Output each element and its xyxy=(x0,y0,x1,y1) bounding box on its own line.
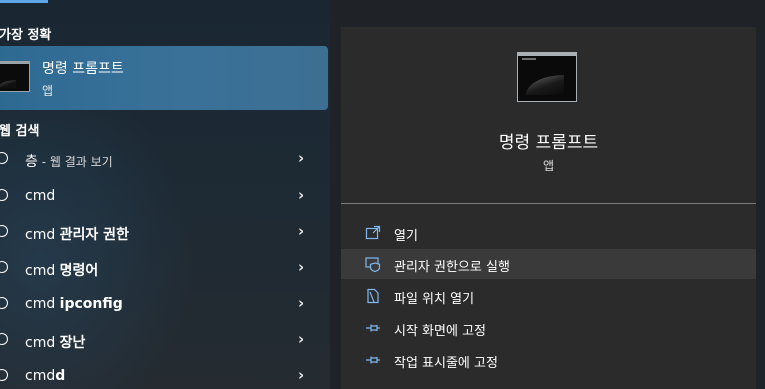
chevron-right-icon[interactable]: › xyxy=(298,330,304,348)
web-result-strong: ipconfig xyxy=(59,296,123,312)
action-label: 작업 표시줄에 고정 xyxy=(394,356,498,371)
action-label: 관리자 권한으로 실행 xyxy=(394,260,510,275)
web-result-row[interactable]: cmdd › xyxy=(0,360,328,389)
action-run-as-admin[interactable]: 관리자 권한으로 실행 xyxy=(341,249,756,279)
divider xyxy=(341,203,756,204)
action-pin-to-taskbar[interactable]: 작업 표시줄에 고정 xyxy=(341,345,756,375)
command-prompt-icon xyxy=(0,61,30,92)
shield-icon xyxy=(365,257,381,272)
app-detail-panel: 명령 프롬프트 앱 열기 관리자 권한으로 실행 파일 위치 열기 시작 화면에… xyxy=(341,27,756,389)
web-result-text: cmd xyxy=(25,263,60,279)
search-icon xyxy=(0,297,8,309)
open-icon xyxy=(365,225,381,240)
action-open[interactable]: 열기 xyxy=(341,218,756,248)
command-prompt-icon xyxy=(517,52,577,102)
web-result-text: cmd xyxy=(25,296,60,312)
pin-icon xyxy=(366,356,380,364)
web-result-text: cmd xyxy=(25,368,56,384)
chevron-right-icon[interactable]: › xyxy=(298,149,304,167)
action-label: 시작 화면에 고정 xyxy=(394,324,486,339)
best-match-heading: 가장 정확 xyxy=(0,28,52,43)
chevron-right-icon[interactable]: › xyxy=(298,366,304,384)
web-result-strong: 명령어 xyxy=(59,263,99,279)
active-tab-indicator xyxy=(0,0,48,3)
action-pin-to-start[interactable]: 시작 화면에 고정 xyxy=(341,313,756,343)
web-result-suffix: - 웹 결과 보기 xyxy=(37,155,113,169)
web-result-text: cmd xyxy=(25,335,60,351)
search-icon xyxy=(0,225,8,237)
search-results-panel: 가장 정확 명령 프롬프트 앱 웹 검색 층 - 웹 결과 보기 › cmd ›… xyxy=(0,0,330,389)
search-icon xyxy=(0,189,8,201)
chevron-right-icon[interactable]: › xyxy=(298,294,304,312)
app-type: 앱 xyxy=(542,159,555,173)
search-icon xyxy=(0,152,8,164)
search-icon xyxy=(0,369,8,381)
app-name: 명령 프롬프트 xyxy=(498,133,599,153)
best-match-type: 앱 xyxy=(42,84,54,98)
chevron-right-icon[interactable]: › xyxy=(298,222,304,240)
web-result-strong: d xyxy=(55,368,66,384)
search-icon xyxy=(0,333,8,345)
action-label: 열기 xyxy=(394,229,418,244)
best-match-item[interactable]: 명령 프롬프트 앱 xyxy=(0,46,328,110)
web-result-strong: 장난 xyxy=(59,335,86,351)
web-result-row[interactable]: cmd › xyxy=(0,180,328,216)
web-result-text: 층 xyxy=(25,154,38,170)
pin-icon xyxy=(366,324,380,332)
web-result-text: cmd xyxy=(25,227,60,243)
search-icon xyxy=(0,261,8,273)
chevron-right-icon[interactable]: › xyxy=(298,186,304,204)
web-result-row[interactable]: cmd 장난 › xyxy=(0,324,328,360)
web-result-row[interactable]: 층 - 웹 결과 보기 › xyxy=(0,143,328,179)
chevron-right-icon[interactable]: › xyxy=(298,258,304,276)
web-search-heading: 웹 검색 xyxy=(0,124,40,139)
web-result-row[interactable]: cmd 관리자 권한 › xyxy=(0,216,328,252)
web-result-strong: 관리자 권한 xyxy=(59,227,129,243)
web-result-text: cmd xyxy=(25,188,56,204)
file-location-icon xyxy=(367,288,379,304)
action-label: 파일 위치 열기 xyxy=(394,292,475,307)
action-open-file-location[interactable]: 파일 위치 열기 xyxy=(341,281,756,311)
best-match-name: 명령 프롬프트 xyxy=(42,61,124,77)
web-result-row[interactable]: cmd ipconfig › xyxy=(0,288,328,324)
web-result-row[interactable]: cmd 명령어 › xyxy=(0,252,328,288)
